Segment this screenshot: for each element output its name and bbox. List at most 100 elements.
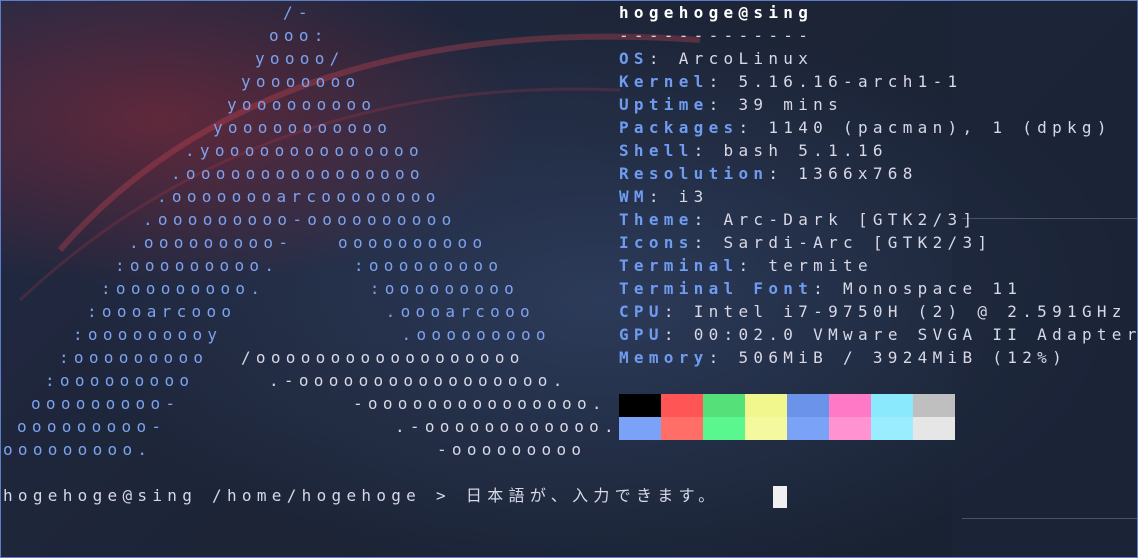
info-value: 00:02.0 VMware SVGA II Adapter [693, 325, 1138, 344]
color-swatch [745, 417, 787, 440]
color-swatch [913, 394, 955, 417]
logo-line: :ooooooooy .ooooooooo [73, 325, 551, 344]
logo-line: ooo: [269, 26, 329, 45]
info-row: Packages: 1140 (pacman), 1 (dpkg) [619, 118, 1112, 138]
shell-prompt[interactable]: hogehoge@sing /home/hogehoge > 日本語が、入力でき… [3, 485, 720, 507]
logo-line: yooooooooooo [213, 118, 393, 137]
info-key: Icons [619, 233, 694, 252]
color-swatch [829, 394, 871, 417]
info-row: Theme: Arc-Dark [GTK2/3] [619, 210, 977, 230]
color-swatch [661, 394, 703, 417]
info-value: Intel i7-9750H (2) @ 2.591GHz [693, 302, 1127, 321]
info-row: Resolution: 1366x768 [619, 164, 918, 184]
logo-line: ooooooooo- [31, 394, 360, 413]
info-row: CPU: Intel i7-9750H (2) @ 2.591GHz [619, 302, 1127, 322]
info-colon: : [648, 187, 679, 206]
info-row: Uptime: 39 mins [619, 95, 843, 115]
info-row: GPU: 00:02.0 VMware SVGA II Adapter [619, 325, 1138, 345]
logo-line-white: /oooooooooooooooooo [241, 348, 525, 367]
info-row: Kernel: 5.16.16-arch1-1 [619, 72, 962, 92]
info-colon: : [738, 118, 769, 137]
logo-line-white: -ooooooooo [437, 440, 587, 459]
logo-line: .yoooooooooooooo [185, 141, 424, 160]
info-key: Kernel [619, 72, 709, 91]
info-key: Terminal Font [619, 279, 814, 298]
info-colon: : [708, 72, 739, 91]
color-swatch [871, 394, 913, 417]
color-swatch [787, 417, 829, 440]
info-value: bash 5.1.16 [723, 141, 888, 160]
info-value: 1140 (pacman), 1 (dpkg) [768, 118, 1112, 137]
info-key: OS [619, 49, 649, 68]
logo-line-white: .-ooooooooooooooooo. [269, 371, 568, 390]
info-value: Arc-Dark [GTK2/3] [723, 210, 978, 229]
logo-line: :oooarcooo .oooarcooo [87, 302, 535, 321]
logo-line-white: -ooooooooooooooo. [353, 394, 607, 413]
info-key: Packages [619, 118, 739, 137]
info-row: Terminal: termite [619, 256, 873, 276]
info-row: Memory: 506MiB / 3924MiB (12%) [619, 348, 1067, 368]
color-swatch [619, 394, 661, 417]
info-key: WM [619, 187, 649, 206]
info-key: CPU [619, 302, 664, 321]
color-swatch [871, 417, 913, 440]
info-colon: : [693, 210, 724, 229]
info-key: Uptime [619, 95, 709, 114]
info-separator: ------------- [619, 26, 814, 45]
logo-line: .ooooooooo-oooooooooo [143, 210, 457, 229]
info-value: Monospace 11 [843, 279, 1023, 298]
info-colon: : [648, 49, 679, 68]
info-colon: : [663, 325, 694, 344]
info-key: GPU [619, 325, 664, 344]
info-row: WM: i3 [619, 187, 709, 207]
info-row: Shell: bash 5.1.16 [619, 141, 888, 161]
info-value: i3 [678, 187, 709, 206]
info-value: ArcoLinux [678, 49, 814, 68]
info-row: Icons: Sardi-Arc [GTK2/3] [619, 233, 992, 253]
logo-line: :ooooooooo [59, 348, 269, 367]
info-value: 506MiB / 3924MiB (12%) [738, 348, 1068, 367]
logo-line: yoooo/ [255, 49, 345, 68]
logo-line: .oooooooarcoooooooo [157, 187, 441, 206]
user-host: hogehoge@sing [619, 3, 814, 22]
logo-line: :ooooooooo [45, 371, 299, 390]
color-swatch [703, 394, 745, 417]
info-value: 5.16.16-arch1-1 [738, 72, 963, 91]
terminal-window[interactable]: /- ooo: yoooo/ yooooooo yooooooooo yoooo… [0, 0, 1138, 558]
logo-line: ooooooooo- [17, 417, 436, 436]
text-cursor [773, 486, 787, 508]
color-swatch [703, 417, 745, 440]
info-colon: : [708, 348, 739, 367]
logo-line: :ooooooooo. :ooooooooo [101, 279, 520, 298]
color-palette [619, 394, 955, 440]
info-key: Terminal [619, 256, 739, 275]
color-swatch [619, 417, 661, 440]
logo-line: yooooooooo [227, 95, 377, 114]
info-value: 39 mins [738, 95, 844, 114]
info-value: Sardi-Arc [GTK2/3] [723, 233, 993, 252]
info-key: Resolution [619, 164, 769, 183]
info-colon: : [738, 256, 769, 275]
logo-line: ooooooooo. [3, 440, 496, 459]
color-swatch [913, 417, 955, 440]
info-colon: : [693, 233, 724, 252]
info-row: Terminal Font: Monospace 11 [619, 279, 1022, 299]
logo-line: .ooooooooo- oooooooooo [129, 233, 488, 252]
logo-line: :ooooooooo. :ooooooooo [115, 256, 504, 275]
info-row: OS: ArcoLinux [619, 49, 813, 69]
info-colon: : [768, 164, 799, 183]
info-value: termite [768, 256, 873, 275]
logo-line-white: .-oooooooooooo. [395, 417, 619, 436]
color-swatch [787, 394, 829, 417]
logo-line: .oooooooooooooooo [171, 164, 425, 183]
color-swatch [745, 394, 787, 417]
info-colon: : [708, 95, 739, 114]
logo-line: yooooooo [241, 72, 361, 91]
info-key: Memory [619, 348, 709, 367]
info-value: 1366x768 [798, 164, 918, 183]
info-colon: : [813, 279, 844, 298]
logo-line: /- [283, 3, 313, 22]
info-colon: : [693, 141, 724, 160]
color-swatch [829, 417, 871, 440]
color-swatch [661, 417, 703, 440]
